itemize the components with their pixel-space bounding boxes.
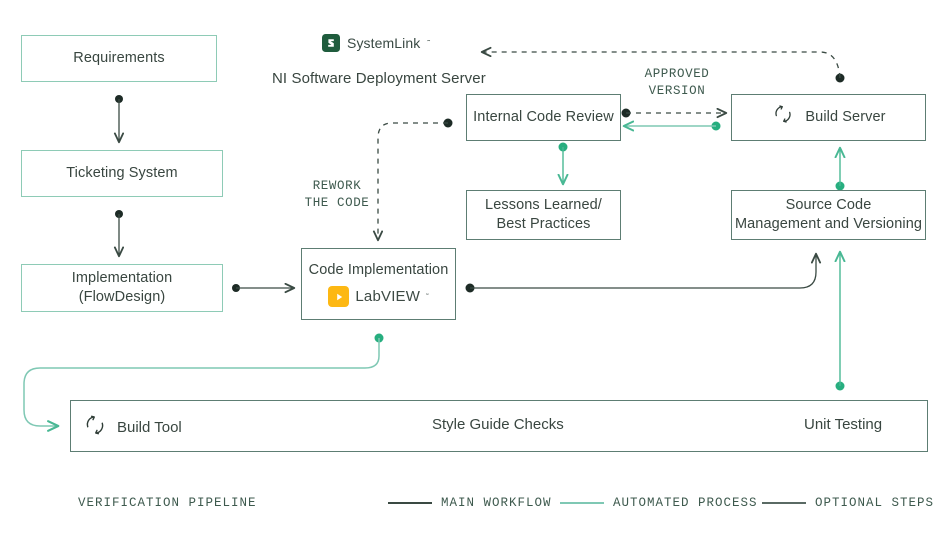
edge-pipeline-to-source-code [836, 252, 845, 391]
legend-label-automated-process: AUTOMATED PROCESS [613, 496, 758, 510]
node-code-implementation[interactable]: Code Implementation LabVIEW ˜ [301, 248, 456, 320]
legend-swatch-optional-steps [762, 502, 806, 504]
systemlink-label: SystemLink [347, 35, 421, 51]
label-approved-version: APPROVED VERSION [627, 66, 727, 100]
node-lessons-learned-line1: Lessons Learned/ [485, 197, 602, 214]
node-code-implementation-label: Code Implementation [308, 261, 449, 278]
pipeline-item-build-tool-label: Build Tool [117, 419, 182, 436]
legend-entry-main-workflow: MAIN WORKFLOW [388, 496, 552, 510]
edge-code-implementation-to-source-code [465, 254, 817, 293]
labview-label: LabVIEW [355, 288, 421, 306]
diagram-canvas: SystemLink ˜ NI Software Deployment Serv… [0, 0, 950, 535]
labview-play-icon [328, 286, 350, 308]
edge-source-code-to-build-server [836, 148, 845, 191]
edge-build-server-to-review [624, 122, 721, 131]
edge-rework-the-code [378, 118, 453, 241]
node-source-code-line1: Source Code [785, 197, 872, 214]
legend: VERIFICATION PIPELINE MAIN WORKFLOW AUTO… [0, 492, 950, 524]
label-rework-line1: REWORK [312, 179, 362, 193]
cycle-arrows-icon [82, 412, 108, 443]
node-lessons-learned-line2: Best Practices [496, 216, 591, 232]
node-build-server[interactable]: Build Server [731, 94, 926, 141]
edge-approved-version [621, 109, 727, 118]
label-rework-line2: THE CODE [304, 195, 370, 210]
node-requirements-label: Requirements [73, 50, 165, 67]
systemlink-logo-icon [322, 34, 340, 52]
label-rework-the-code: REWORK THE CODE [289, 178, 385, 212]
node-ticketing-system[interactable]: Ticketing System [21, 150, 223, 197]
legend-label-main-workflow: MAIN WORKFLOW [441, 496, 552, 510]
node-internal-code-review-label: Internal Code Review [473, 109, 614, 126]
node-source-code[interactable]: Source Code Management and Versioning [731, 190, 926, 240]
label-approved-line2: VERSION [648, 83, 706, 98]
labview-badge: LabVIEW ˜ [328, 286, 429, 308]
label-approved-line1: APPROVED [644, 67, 710, 81]
edge-review-to-lessons [559, 142, 568, 185]
node-implementation-line2: (FlowDesign) [78, 289, 166, 305]
node-implementation[interactable]: Implementation (FlowDesign) [21, 264, 223, 312]
ni-deployment-server-caption: NI Software Deployment Server [272, 70, 486, 87]
systemlink-brand: SystemLink ˜ [322, 34, 430, 52]
legend-entry-optional-steps: OPTIONAL STEPS [762, 496, 934, 510]
node-source-code-line2: Management and Versioning [734, 216, 923, 232]
edge-implementation-to-code-implementation [232, 284, 294, 292]
pipeline-item-build-tool[interactable]: Build Tool [82, 412, 182, 443]
legend-entry-automated-process: AUTOMATED PROCESS [560, 496, 758, 510]
edge-requirements-to-ticketing [115, 95, 123, 142]
legend-swatch-main-workflow [388, 502, 432, 504]
pipeline-item-unit-testing-label: Unit Testing [804, 416, 883, 433]
pipeline-item-style-guide-checks[interactable]: Style Guide Checks [432, 416, 564, 433]
cycle-arrows-icon [771, 102, 795, 132]
systemlink-trademark: ˜ [427, 38, 431, 48]
edge-ticketing-to-implementation [115, 210, 123, 256]
node-lessons-learned[interactable]: Lessons Learned/ Best Practices [466, 190, 621, 240]
node-implementation-line1: Implementation [71, 270, 173, 287]
legend-title: VERIFICATION PIPELINE [78, 496, 257, 510]
pipeline-item-style-guide-checks-label: Style Guide Checks [432, 416, 564, 433]
node-requirements[interactable]: Requirements [21, 35, 217, 82]
legend-label-optional-steps: OPTIONAL STEPS [815, 496, 935, 510]
node-build-server-label: Build Server [805, 109, 886, 126]
pipeline-item-unit-testing[interactable]: Unit Testing [804, 416, 882, 433]
node-internal-code-review[interactable]: Internal Code Review [466, 94, 621, 141]
node-ticketing-system-label: Ticketing System [66, 165, 178, 182]
legend-swatch-automated-process [560, 502, 604, 504]
labview-trademark: ˜ [426, 291, 429, 301]
